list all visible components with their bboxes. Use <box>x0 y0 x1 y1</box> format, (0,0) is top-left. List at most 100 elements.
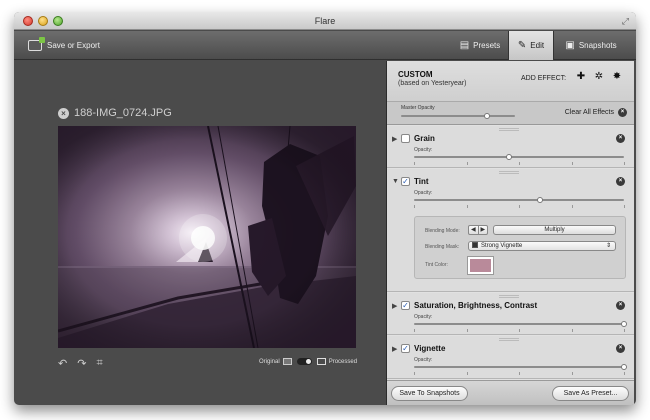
photo-image <box>58 126 356 348</box>
effect-enabled-checkbox[interactable]: ✓ <box>401 177 410 186</box>
slider-ticks <box>414 205 625 208</box>
effect-opacity-slider[interactable] <box>414 364 627 375</box>
tint-color-well[interactable] <box>467 256 494 275</box>
expand-arrow-icon[interactable]: ▶ <box>392 345 397 353</box>
drag-handle-icon[interactable] <box>499 338 519 341</box>
title-bar: Flare ⤢ <box>14 12 636 30</box>
tab-edit[interactable]: ✎ Edit <box>508 31 554 60</box>
add-effect-star-icon[interactable]: ✸ <box>611 71 623 83</box>
effect-opacity-label: Opacity: <box>414 147 433 153</box>
add-effect-label: ADD EFFECT: <box>521 75 567 82</box>
master-opacity-slider[interactable] <box>401 113 515 119</box>
master-opacity-label: Master Opacity <box>401 105 435 111</box>
photo-filename: 188-IMG_0724.JPG <box>74 107 172 119</box>
blending-mode-button[interactable]: Multiply <box>493 225 616 235</box>
effect-saturation-brightness-contrast: ▶ ✓ Saturation, Brightness, Contrast × O… <box>387 293 634 335</box>
effect-opacity-label: Opacity: <box>414 190 433 196</box>
save-to-snapshots-button[interactable]: Save To Snapshots <box>391 386 468 401</box>
drag-handle-icon[interactable] <box>499 128 519 131</box>
edit-actions: ↶ ↷ ⌗ <box>58 357 103 370</box>
clear-all-effects-button[interactable]: Clear All Effects <box>565 109 614 116</box>
processed-thumbnail-icon[interactable] <box>316 358 326 365</box>
drag-handle-icon[interactable] <box>499 171 519 174</box>
effect-opacity-label: Opacity: <box>414 314 433 320</box>
photo-preview[interactable] <box>58 126 356 348</box>
effect-grain: ▶ Grain × Opacity: <box>387 126 634 168</box>
effect-opacity-label: Opacity: <box>414 357 433 363</box>
photo-filename-row: × 188-IMG_0724.JPG <box>58 107 172 119</box>
remove-effect-icon[interactable]: × <box>616 344 625 353</box>
blending-mode-stepper[interactable]: ◀ ▶ <box>468 225 488 235</box>
undo-icon[interactable]: ↶ <box>58 357 67 370</box>
zoom-window-button[interactable] <box>53 16 63 26</box>
save-as-preset-button[interactable]: Save As Preset... <box>552 386 629 401</box>
edit-icon: ✎ <box>517 40 527 51</box>
blending-mask-value: Strong Vignette <box>481 243 523 249</box>
save-export-button[interactable]: Save or Export <box>28 37 100 54</box>
effect-opacity-slider[interactable] <box>414 197 625 208</box>
original-thumbnail-icon[interactable] <box>282 358 292 365</box>
tab-edit-label: Edit <box>530 41 545 50</box>
effect-opacity-knob[interactable] <box>621 321 627 327</box>
panel-footer: Save To Snapshots Save As Preset... <box>387 380 634 405</box>
expand-arrow-icon[interactable]: ▶ <box>392 135 397 143</box>
toolbar: Save or Export ▤ Presets ✎ Edit ▣ Snapsh… <box>14 31 636 60</box>
effect-tint: ▼ ✓ Tint × Opacity: Blending Mode: ◀ ▶ M… <box>387 169 634 292</box>
effect-enabled-checkbox[interactable]: ✓ <box>401 301 410 310</box>
processed-label: Processed <box>328 358 358 365</box>
preset-header: CUSTOM (based on Yesteryear) ADD EFFECT:… <box>387 61 634 101</box>
edit-panel: CUSTOM (based on Yesteryear) ADD EFFECT:… <box>386 61 634 405</box>
collapse-arrow-icon[interactable]: ▼ <box>392 178 399 185</box>
add-effect-gear-icon[interactable]: ✲ <box>593 71 605 83</box>
effect-opacity-slider[interactable] <box>414 154 625 165</box>
save-export-label: Save or Export <box>47 41 100 50</box>
clear-all-effects-icon[interactable]: × <box>618 108 627 117</box>
tab-snapshots-label: Snapshots <box>578 41 617 50</box>
window-title: Flare <box>314 16 336 26</box>
redo-icon[interactable]: ↷ <box>77 357 86 370</box>
prev-mode-icon[interactable]: ◀ <box>469 226 479 234</box>
effect-name: Grain <box>414 134 435 143</box>
remove-effect-icon[interactable]: × <box>616 134 625 143</box>
close-window-button[interactable] <box>23 16 33 26</box>
effect-name: Saturation, Brightness, Contrast <box>414 301 538 310</box>
slider-ticks <box>414 162 625 165</box>
snapshots-icon: ▣ <box>565 40 575 51</box>
effect-name: Vignette <box>414 344 446 353</box>
expand-arrow-icon[interactable]: ▶ <box>392 302 397 310</box>
tab-presets[interactable]: ▤ Presets <box>450 31 510 60</box>
remove-effect-icon[interactable]: × <box>616 177 625 186</box>
effect-enabled-checkbox[interactable]: ✓ <box>401 344 410 353</box>
effect-opacity-knob[interactable] <box>505 154 512 160</box>
next-mode-icon[interactable]: ▶ <box>479 226 488 234</box>
compare-toggle[interactable] <box>296 358 312 365</box>
effect-opacity-knob[interactable] <box>537 197 543 203</box>
original-label: Original <box>259 358 280 365</box>
tab-presets-label: Presets <box>473 41 501 50</box>
tab-snapshots[interactable]: ▣ Snapshots <box>556 31 626 60</box>
effect-opacity-slider[interactable] <box>414 321 627 332</box>
effect-vignette: ▶ ✓ Vignette × Opacity: <box>387 336 634 379</box>
tint-options: Blending Mode: ◀ ▶ Multiply Blending Mas… <box>414 216 626 279</box>
add-effect-plus-icon[interactable]: ✚ <box>575 71 587 83</box>
master-opacity-knob[interactable] <box>483 113 490 119</box>
export-icon <box>28 37 45 51</box>
select-caret-icon: ⇕ <box>605 243 611 249</box>
preset-based-on: (based on Yesteryear) <box>398 80 467 87</box>
fullscreen-icon[interactable]: ⤢ <box>622 16 629 27</box>
effect-enabled-checkbox[interactable] <box>401 134 410 143</box>
blending-mask-select[interactable]: Strong Vignette ⇕ <box>468 241 616 251</box>
effect-opacity-knob[interactable] <box>621 364 627 370</box>
crop-icon[interactable]: ⌗ <box>96 357 102 370</box>
close-photo-icon[interactable]: × <box>58 107 69 119</box>
presets-icon: ▤ <box>459 40 470 51</box>
drag-handle-icon[interactable] <box>499 295 519 298</box>
compare-toggle-row: Original Processed <box>259 358 357 365</box>
app-window: Flare ⤢ Save or Export ▤ Presets ✎ Edit … <box>14 12 636 405</box>
minimize-window-button[interactable] <box>38 16 48 26</box>
effect-name: Tint <box>414 177 429 186</box>
blending-mask-label: Blending Mask: <box>425 244 460 250</box>
slider-ticks <box>414 329 625 332</box>
remove-effect-icon[interactable]: × <box>616 301 625 310</box>
preset-name: CUSTOM <box>398 70 433 79</box>
